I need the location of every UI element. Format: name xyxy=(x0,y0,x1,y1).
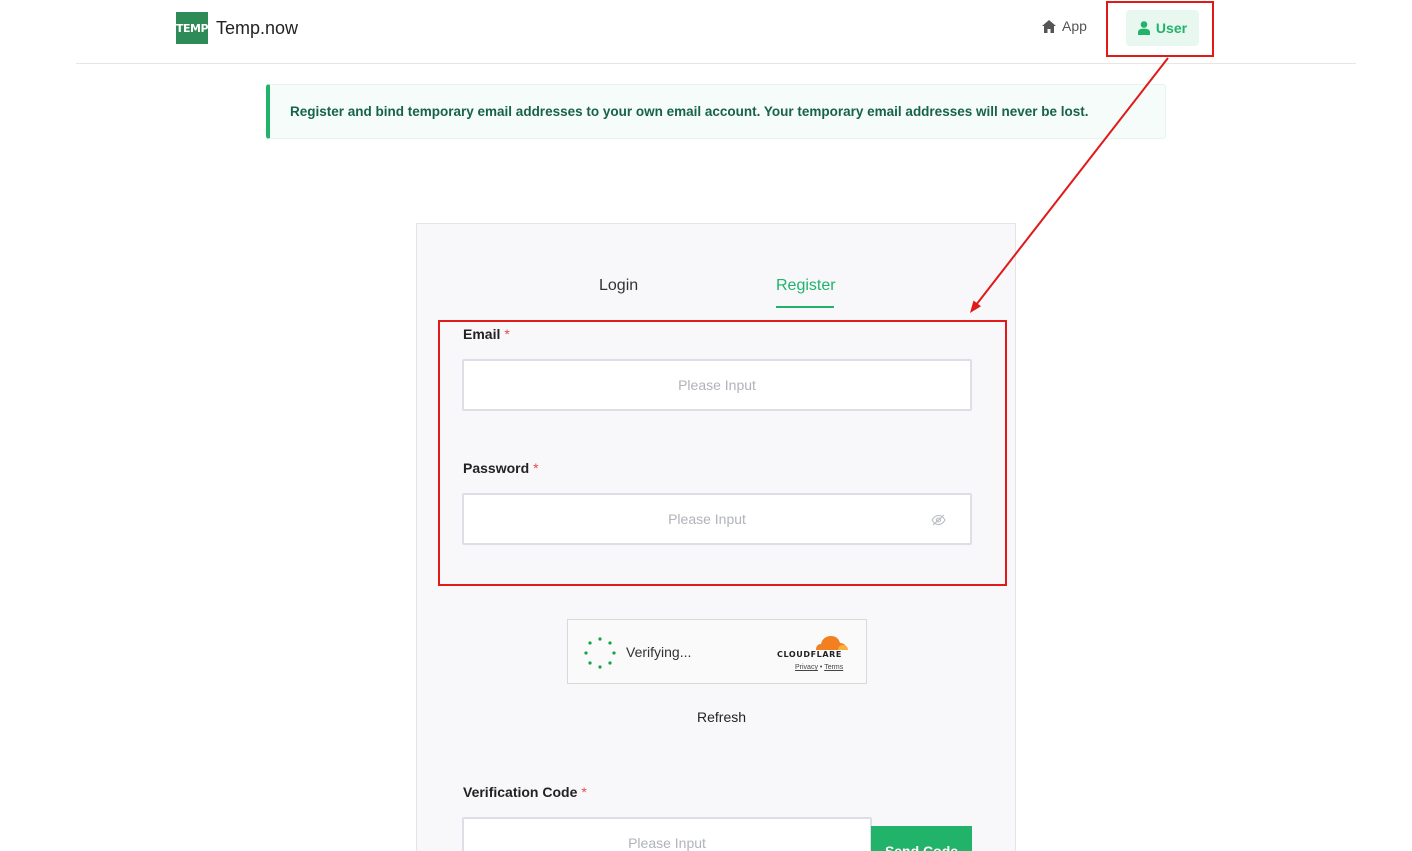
nav-app-label: App xyxy=(1062,18,1087,34)
info-banner-text: Register and bind temporary email addres… xyxy=(290,104,1089,119)
form-highlight-box xyxy=(438,320,1007,586)
site-name: Temp.now xyxy=(216,17,299,38)
user-highlight-box xyxy=(1106,1,1214,57)
home-icon xyxy=(1042,19,1056,33)
verification-label-text: Verification Code xyxy=(463,784,578,800)
link-separator: • xyxy=(819,664,823,671)
captcha-status: Verifying... xyxy=(626,644,692,660)
captcha-links: Privacy • Terms xyxy=(795,664,843,671)
terms-link[interactable]: Terms xyxy=(824,664,843,671)
send-code-button[interactable]: Send Code xyxy=(871,826,972,851)
tab-register[interactable]: Register xyxy=(776,277,836,295)
spinner-icon xyxy=(584,637,616,669)
nav-app-link[interactable]: App xyxy=(1042,18,1087,34)
active-tab-indicator xyxy=(776,306,834,308)
verification-code-label: Verification Code * xyxy=(463,784,587,800)
site-logo[interactable]: TEMP Temp.now xyxy=(176,12,298,44)
verification-code-input[interactable] xyxy=(462,817,872,851)
refresh-button[interactable]: Refresh xyxy=(697,709,746,725)
required-mark: * xyxy=(581,784,587,800)
info-banner: Register and bind temporary email addres… xyxy=(266,84,1166,139)
logo-badge: TEMP xyxy=(176,12,209,44)
cloudflare-logo-icon xyxy=(816,636,848,650)
cloudflare-brand: CLOUDFLARE xyxy=(777,650,842,659)
privacy-link[interactable]: Privacy xyxy=(795,664,818,671)
tab-login[interactable]: Login xyxy=(599,277,638,295)
cloudflare-captcha[interactable]: Verifying... CLOUDFLARE Privacy • Terms xyxy=(567,619,867,684)
